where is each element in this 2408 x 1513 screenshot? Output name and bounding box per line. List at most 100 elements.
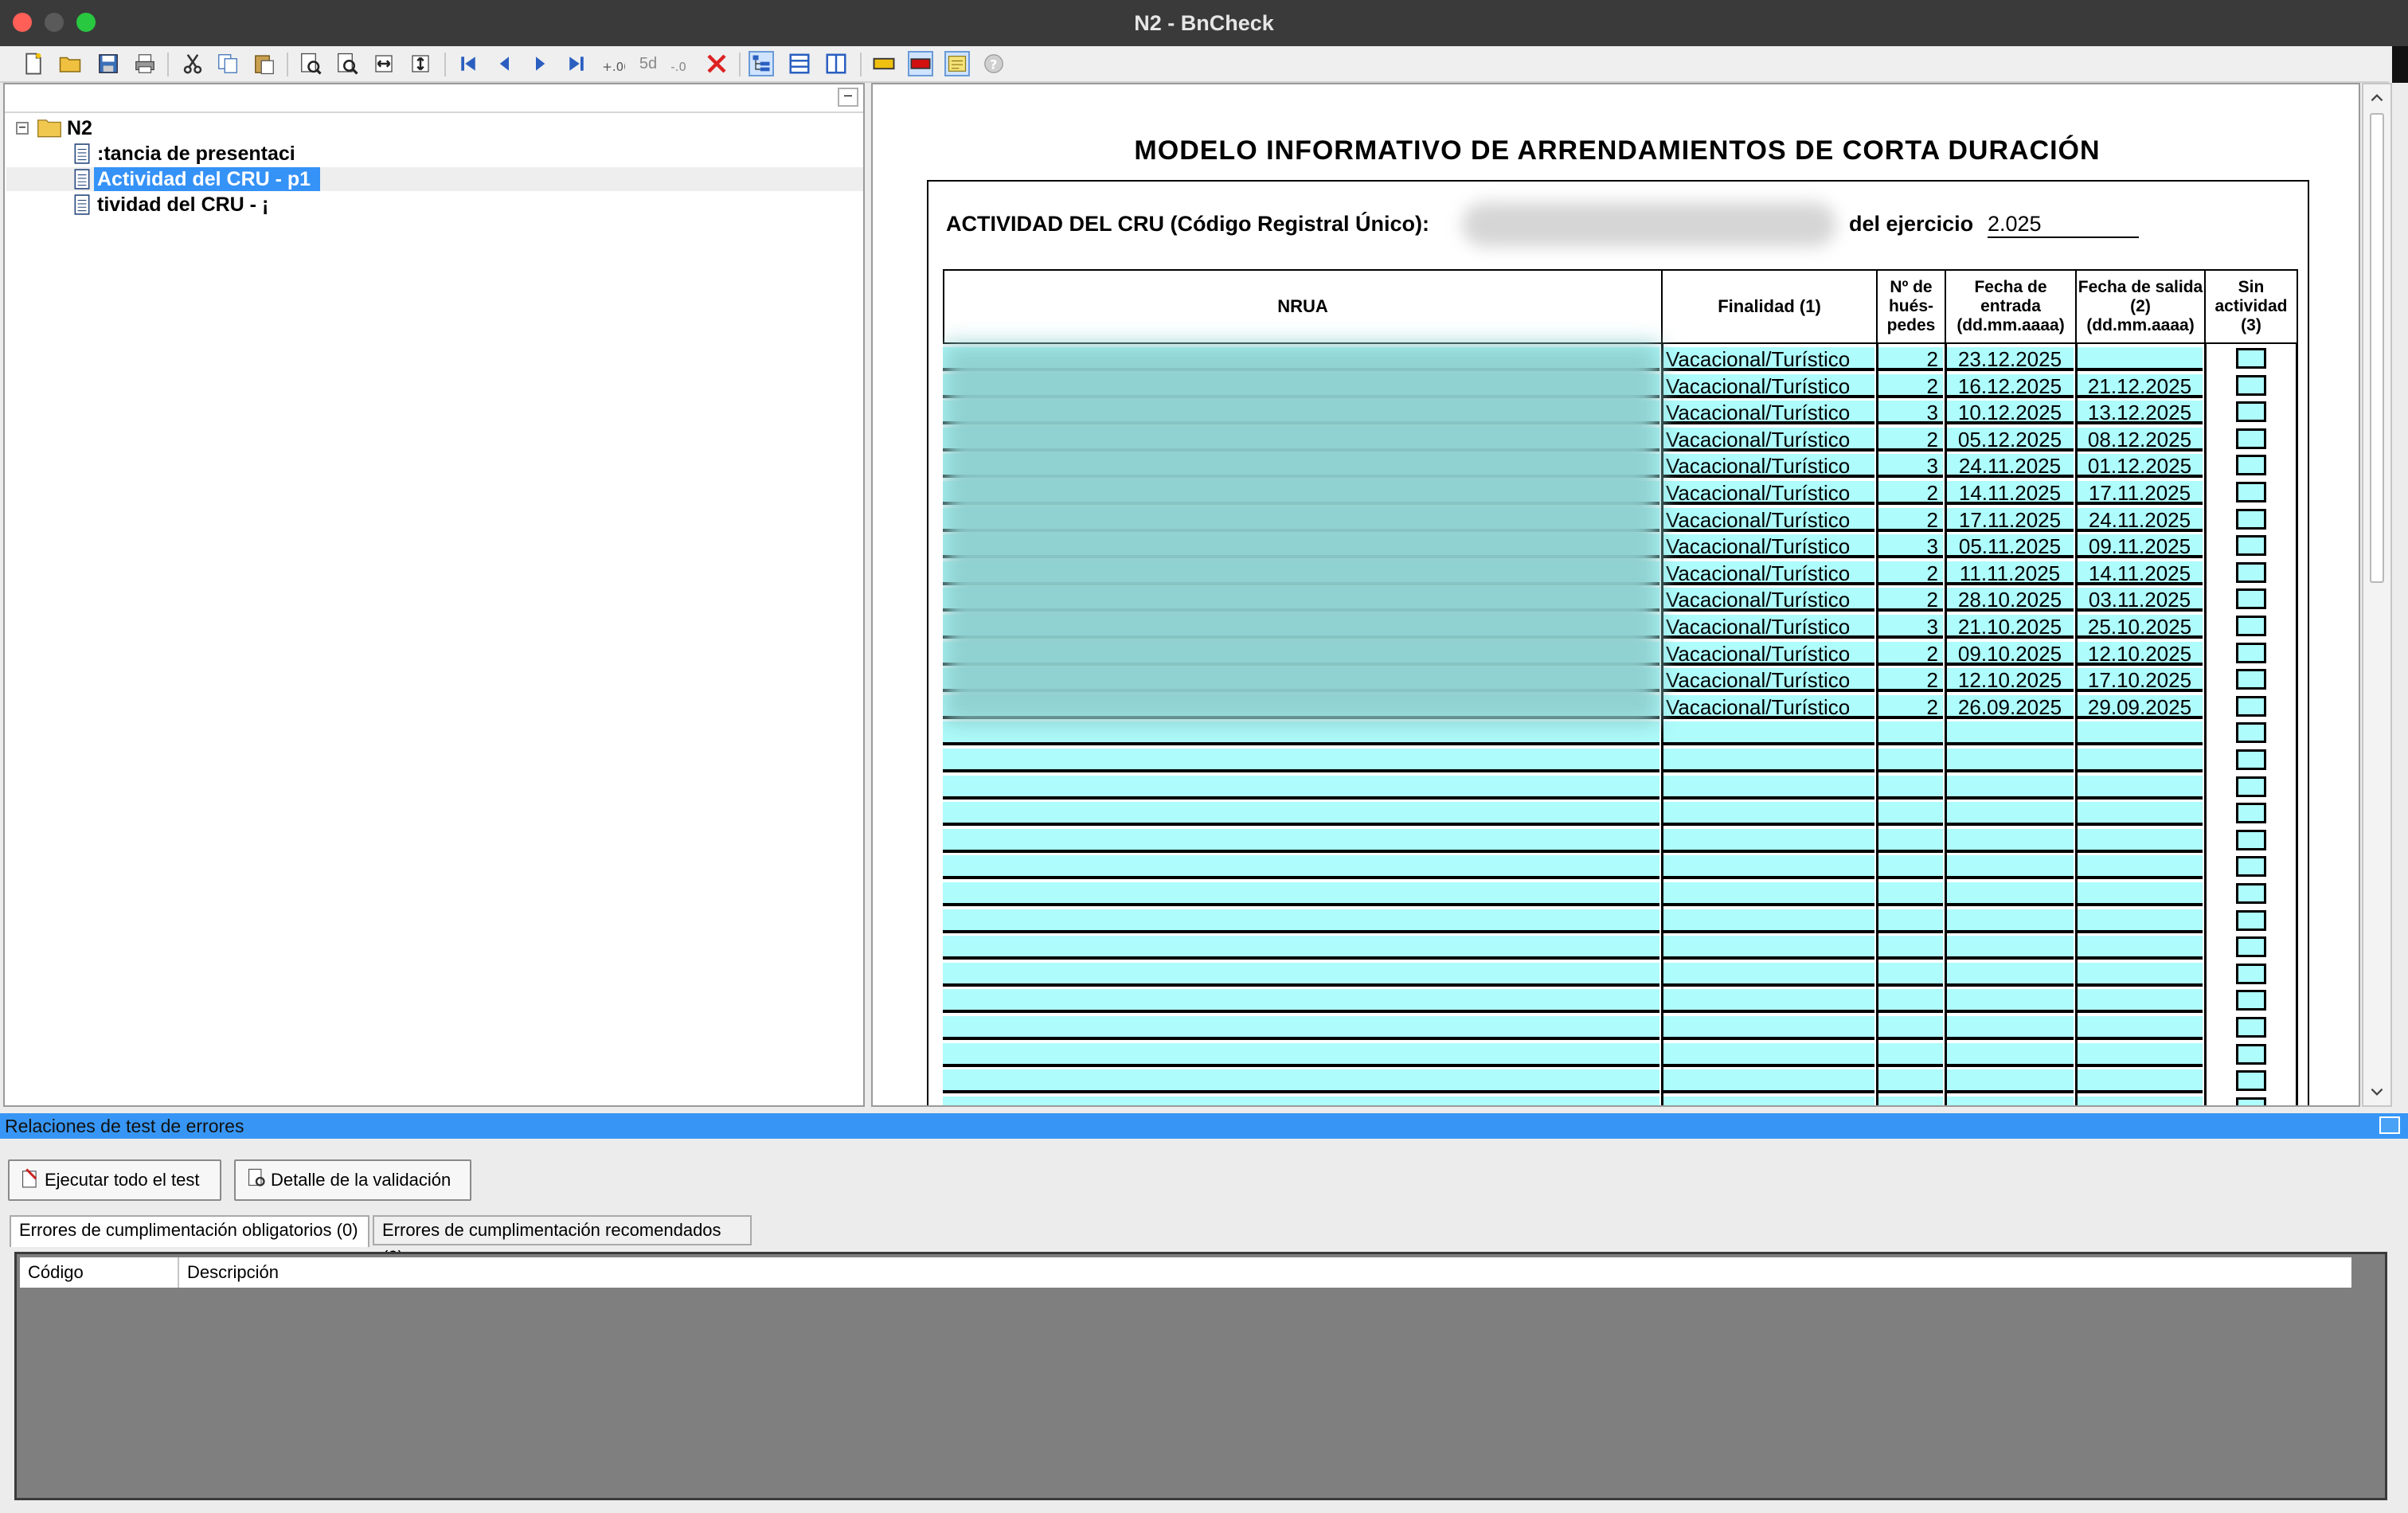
sin-actividad-checkbox[interactable] (2236, 803, 2266, 824)
tree-collapse-button[interactable]: – (838, 88, 858, 107)
sin-actividad-checkbox[interactable] (2236, 883, 2266, 904)
cru-value-redacted[interactable] (1462, 202, 1836, 247)
cell-salida[interactable] (2077, 1042, 2203, 1067)
tab-recommended-errors[interactable]: Errores de cumplimentación recomendados … (373, 1215, 752, 1267)
cell-finalidad[interactable] (1663, 1016, 1874, 1040)
cell-finalidad[interactable] (1663, 989, 1874, 1014)
cell-nrua[interactable] (943, 1069, 1659, 1094)
cell-entrada[interactable] (1946, 989, 2074, 1014)
sin-actividad-checkbox[interactable] (2236, 669, 2266, 690)
tree-root-expander[interactable]: – (16, 121, 29, 135)
cell-huespedes[interactable]: 3 (1878, 454, 1943, 479)
sin-actividad-checkbox[interactable] (2236, 616, 2266, 636)
sin-actividad-checkbox[interactable] (2236, 588, 2266, 610)
cell-nrua[interactable] (943, 775, 1659, 800)
cell-entrada[interactable] (1946, 802, 2074, 827)
cell-entrada[interactable] (1946, 1096, 2074, 1105)
sin-actividad-checkbox[interactable] (2236, 829, 2266, 850)
cell-salida[interactable] (2077, 828, 2203, 853)
sin-actividad-checkbox[interactable] (2236, 561, 2266, 583)
prev-page-icon[interactable] (492, 51, 518, 76)
cell-finalidad[interactable] (1663, 802, 1874, 827)
cell-salida[interactable]: 24.11.2025 (2077, 507, 2203, 532)
sin-actividad-checkbox[interactable] (2236, 1097, 2266, 1105)
sin-actividad-checkbox[interactable] (2236, 642, 2266, 663)
cell-finalidad[interactable] (1663, 882, 1874, 906)
cell-salida[interactable] (2077, 721, 2203, 746)
cell-salida[interactable]: 12.10.2025 (2077, 641, 2203, 666)
cell-salida[interactable] (2077, 1069, 2203, 1094)
cell-finalidad[interactable]: Vacacional/Turístico (1663, 373, 1874, 398)
cell-huespedes[interactable]: 3 (1878, 401, 1943, 425)
scroll-down-icon[interactable] (2368, 1083, 2386, 1101)
paste-icon[interactable] (252, 51, 277, 76)
sin-actividad-checkbox[interactable] (2236, 455, 2266, 476)
run-all-test-button[interactable]: Ejecutar todo el test (8, 1159, 221, 1201)
cell-salida[interactable]: 09.11.2025 (2077, 534, 2203, 559)
ejercicio-field[interactable]: 2.025 (1988, 212, 2139, 238)
panel-maximize-icon[interactable] (2379, 1116, 2400, 1134)
sin-actividad-checkbox[interactable] (2236, 936, 2266, 958)
cell-entrada[interactable] (1946, 962, 2074, 987)
cell-salida[interactable]: 08.12.2025 (2077, 427, 2203, 452)
cell-nrua[interactable] (943, 749, 1659, 772)
cell-entrada[interactable]: 09.10.2025 (1946, 641, 2074, 666)
cell-finalidad[interactable] (1663, 1042, 1874, 1067)
cell-salida[interactable] (2077, 749, 2203, 772)
cell-salida[interactable] (2077, 909, 2203, 933)
cell-huespedes[interactable] (1878, 989, 1943, 1014)
cell-finalidad[interactable]: Vacacional/Turístico (1663, 534, 1874, 559)
cell-huespedes[interactable] (1878, 962, 1943, 987)
cell-huespedes[interactable] (1878, 1069, 1943, 1094)
open-icon[interactable] (57, 51, 83, 76)
cell-entrada[interactable]: 26.09.2025 (1946, 694, 2074, 719)
cell-huespedes[interactable] (1878, 828, 1943, 853)
cell-salida[interactable]: 13.12.2025 (2077, 401, 2203, 425)
cell-entrada[interactable] (1946, 775, 2074, 800)
cell-nrua[interactable] (943, 721, 1659, 746)
sin-actividad-checkbox[interactable] (2236, 695, 2266, 717)
cell-finalidad[interactable]: Vacacional/Turístico (1663, 588, 1874, 612)
cell-nrua[interactable] (943, 802, 1659, 827)
cell-finalidad[interactable] (1663, 909, 1874, 933)
sin-actividad-checkbox[interactable] (2236, 401, 2266, 423)
cell-finalidad[interactable] (1663, 936, 1874, 960)
cell-salida[interactable] (2077, 989, 2203, 1014)
cell-salida[interactable]: 03.11.2025 (2077, 588, 2203, 612)
cell-salida[interactable]: 01.12.2025 (2077, 454, 2203, 479)
cell-huespedes[interactable]: 2 (1878, 561, 1943, 585)
cell-huespedes[interactable] (1878, 909, 1943, 933)
cell-huespedes[interactable]: 2 (1878, 694, 1943, 719)
yellow-bar-icon[interactable] (871, 51, 897, 76)
horizontal-split-icon[interactable] (787, 51, 812, 76)
cell-huespedes[interactable]: 2 (1878, 588, 1943, 612)
sin-actividad-checkbox[interactable] (2236, 722, 2266, 744)
cell-entrada[interactable] (1946, 1042, 2074, 1067)
cell-entrada[interactable]: 28.10.2025 (1946, 588, 2074, 612)
first-page-icon[interactable] (455, 51, 481, 76)
cell-nrua[interactable] (943, 1096, 1659, 1105)
cell-entrada[interactable] (1946, 909, 2074, 933)
sin-actividad-checkbox[interactable] (2236, 508, 2266, 530)
notes-icon[interactable] (944, 51, 970, 76)
sin-actividad-checkbox[interactable] (2236, 749, 2266, 770)
cell-salida[interactable]: 14.11.2025 (2077, 561, 2203, 585)
cell-salida[interactable] (2077, 962, 2203, 987)
cell-salida[interactable] (2077, 802, 2203, 827)
save-icon[interactable] (96, 51, 121, 76)
decimal-icon[interactable]: +.00 (600, 51, 626, 76)
validation-detail-button[interactable]: Detalle de la validación (234, 1159, 471, 1201)
zoom-page-icon[interactable] (298, 51, 323, 76)
cell-entrada[interactable] (1946, 1016, 2074, 1040)
cell-salida[interactable] (2077, 936, 2203, 960)
cell-entrada[interactable]: 05.12.2025 (1946, 427, 2074, 452)
cell-entrada[interactable]: 16.12.2025 (1946, 373, 2074, 398)
vertical-split-icon[interactable] (823, 51, 849, 76)
column-descripcion[interactable]: Descripción (179, 1257, 2351, 1288)
cell-finalidad[interactable] (1663, 1096, 1874, 1105)
cell-salida[interactable] (2077, 1096, 2203, 1105)
cell-finalidad[interactable]: Vacacional/Turístico (1663, 507, 1874, 532)
cell-nrua[interactable] (943, 828, 1659, 853)
cell-nrua[interactable] (943, 962, 1659, 987)
help-icon[interactable]: ? (981, 51, 1007, 76)
